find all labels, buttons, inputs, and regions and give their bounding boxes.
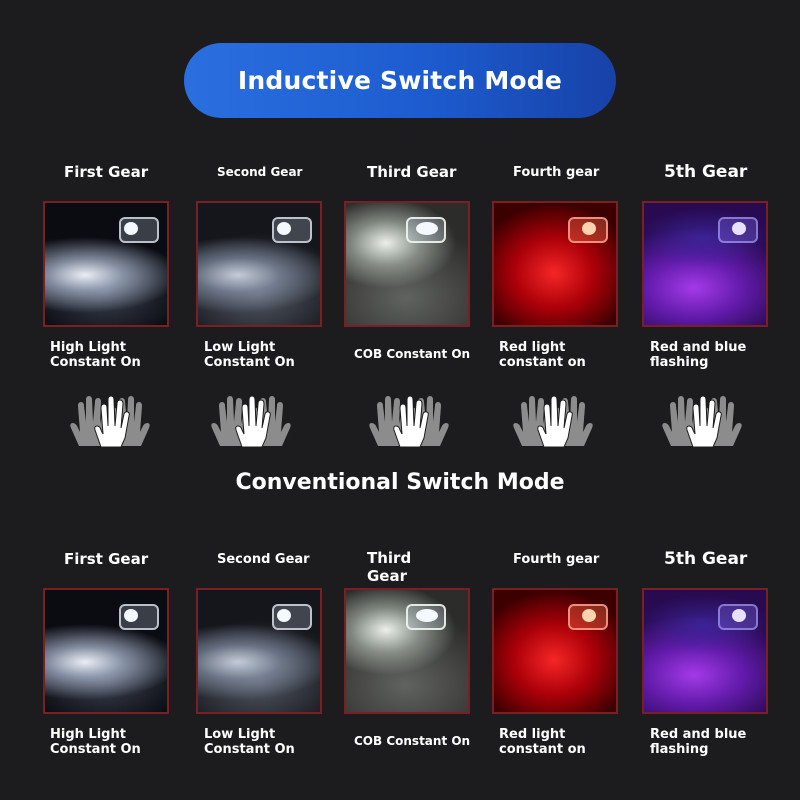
gear-3-desc: COB Constant On xyxy=(354,347,471,361)
gear-3-photo xyxy=(344,588,470,714)
gear-label-5: 5th Gear xyxy=(664,549,748,569)
gear-4-photo xyxy=(492,588,618,714)
gear-4-desc: Red light constant on xyxy=(499,340,586,370)
wave-hands-icon xyxy=(369,395,449,448)
gear-3-photo xyxy=(344,201,470,327)
gear-1-desc: High Light Constant On xyxy=(50,727,141,757)
gear-5-photo xyxy=(642,588,768,714)
conventional-section-title: Conventional Switch Mode xyxy=(235,470,565,495)
gear-4-desc: Red light constant on xyxy=(499,727,586,757)
gear-label-2: Second Gear xyxy=(217,552,310,567)
gear-label-3: Third Gear xyxy=(367,163,457,181)
gear-label-2: Second Gear xyxy=(217,165,303,179)
gear-label-1: First Gear xyxy=(64,550,149,568)
gear-1-photo xyxy=(43,588,169,714)
gear-2-photo xyxy=(196,588,322,714)
gear-label-4: Fourth gear xyxy=(513,165,600,180)
banner-title: Inductive Switch Mode xyxy=(237,66,563,95)
gear-2-desc: Low Light Constant On xyxy=(204,727,295,757)
gear-label-3: Third Gear xyxy=(367,549,412,585)
mode-banner: Inductive Switch Mode xyxy=(184,43,616,118)
gear-1-photo xyxy=(43,201,169,327)
wave-hands-icon xyxy=(70,395,150,448)
gear-5-desc: Red and blue flashing xyxy=(650,727,747,757)
gear-5-desc: Red and blue flashing xyxy=(650,340,747,370)
wave-hands-icon xyxy=(662,395,742,448)
wave-hands-icon xyxy=(211,395,291,448)
wave-hands-icon xyxy=(513,395,593,448)
gear-5-photo xyxy=(642,201,768,327)
gear-1-desc: High Light Constant On xyxy=(50,340,141,370)
gear-label-5: 5th Gear xyxy=(664,162,748,182)
gear-label-4: Fourth gear xyxy=(513,552,600,567)
gear-4-photo xyxy=(492,201,618,327)
gear-2-desc: Low Light Constant On xyxy=(204,340,295,370)
gear-3-desc: COB Constant On xyxy=(354,734,471,748)
gear-2-photo xyxy=(196,201,322,327)
gear-label-1: First Gear xyxy=(64,163,149,181)
